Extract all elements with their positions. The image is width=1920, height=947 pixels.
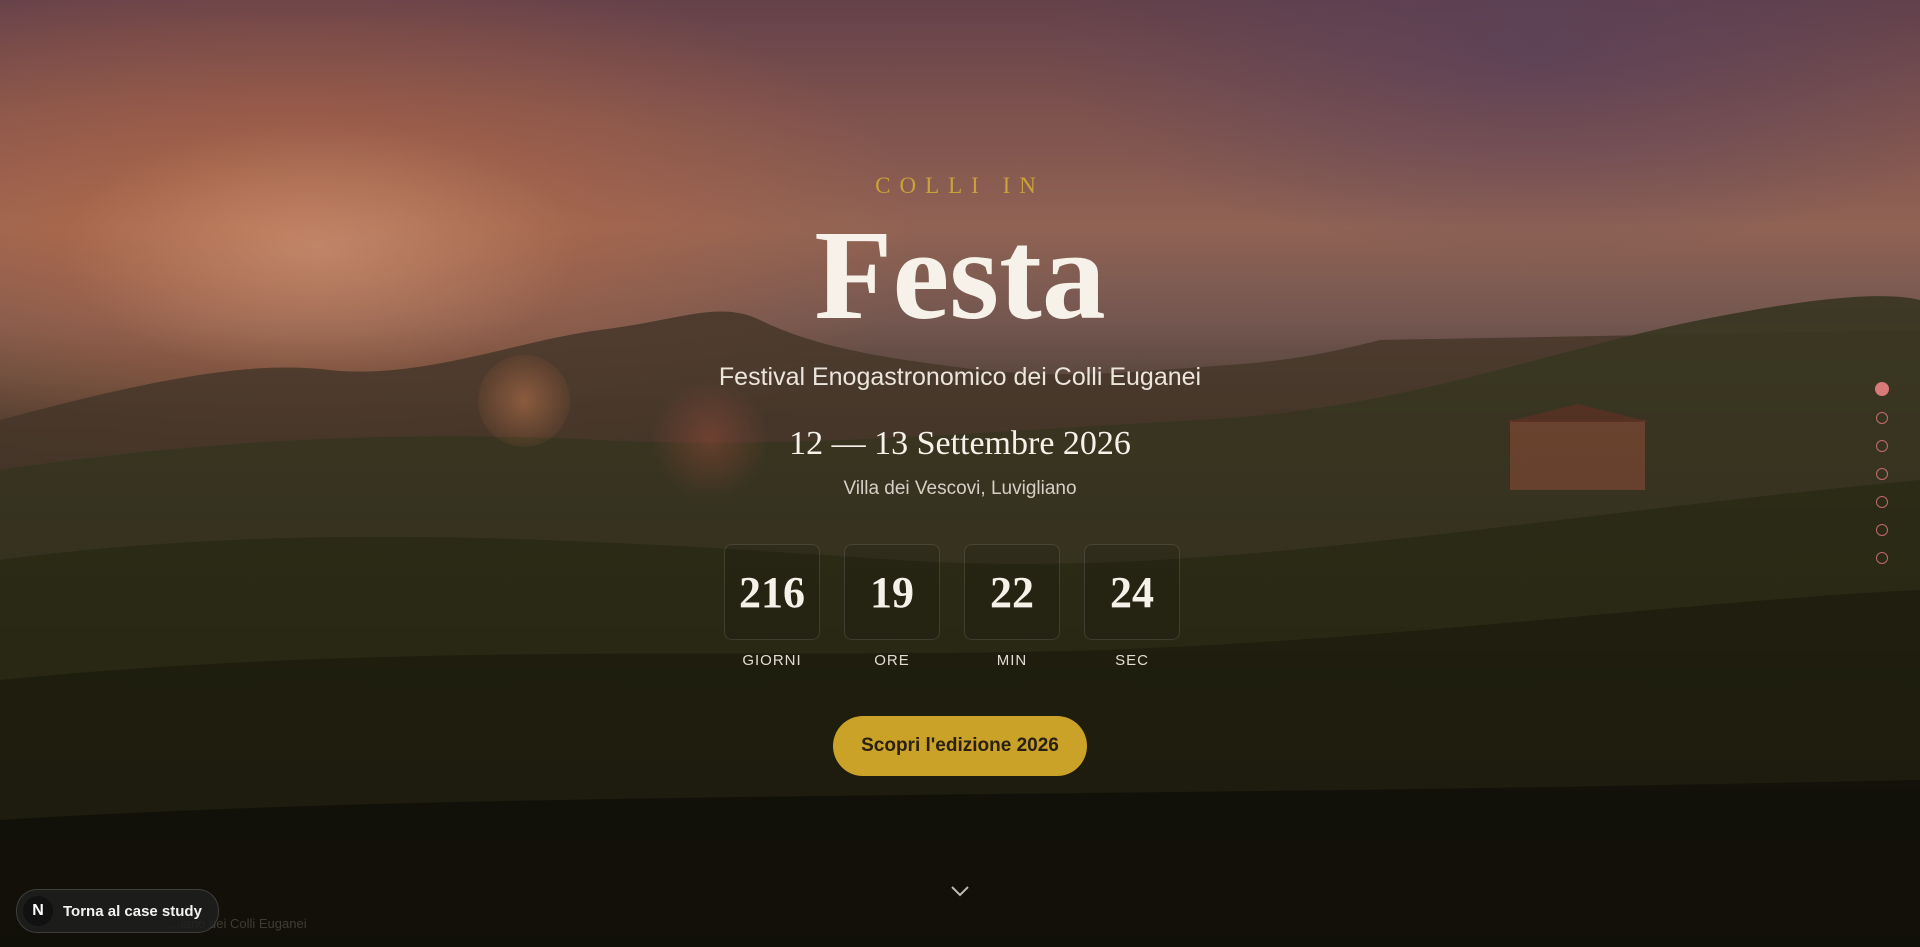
countdown-label: ORE	[874, 652, 910, 669]
section-nav-dot[interactable]	[1876, 524, 1888, 536]
section-nav-dot[interactable]	[1876, 440, 1888, 452]
hero-subtitle: Festival Enogastronomico dei Colli Eugan…	[718, 363, 1202, 391]
countdown-label: GIORNI	[742, 652, 802, 669]
section-nav-dot[interactable]	[1876, 412, 1888, 424]
countdown-days: 216 GIORNI	[724, 544, 820, 674]
discover-edition-button[interactable]: Scopri l'edizione 2026	[833, 716, 1087, 776]
countdown-minutes: 22 MIN	[964, 544, 1060, 674]
section-nav-dot[interactable]	[1876, 496, 1888, 508]
section-nav-dot[interactable]	[1876, 468, 1888, 480]
dark-overlay	[0, 0, 1920, 947]
hero-eyebrow: COLLI IN	[875, 173, 1045, 198]
event-dates: 12 — 13 Settembre 2026	[789, 425, 1131, 462]
event-venue: Villa dei Vescovi, Luvigliano	[843, 478, 1077, 499]
countdown-value: 22	[964, 544, 1060, 640]
countdown-seconds: 24 SEC	[1084, 544, 1180, 674]
hero-background	[0, 0, 1920, 947]
countdown-value: 19	[844, 544, 940, 640]
back-to-case-study-label: Torna al case study	[63, 902, 202, 920]
n-logo-icon: N	[23, 896, 53, 926]
countdown-label: MIN	[996, 652, 1028, 669]
hero-title: Festa	[814, 204, 1106, 346]
countdown-hours: 19 ORE	[844, 544, 940, 674]
countdown-value: 24	[1084, 544, 1180, 640]
countdown-value: 216	[724, 544, 820, 640]
section-nav	[1875, 382, 1890, 580]
section-nav-dot[interactable]	[1875, 382, 1889, 396]
countdown-label: SEC	[1115, 652, 1149, 669]
back-to-case-study-button[interactable]: N Torna al case study	[16, 889, 219, 933]
countdown-timer: 216 GIORNI 19 ORE 22 MIN 24 SEC	[724, 544, 1196, 674]
chevron-down-icon[interactable]	[950, 884, 970, 898]
section-nav-dot[interactable]	[1876, 552, 1888, 564]
